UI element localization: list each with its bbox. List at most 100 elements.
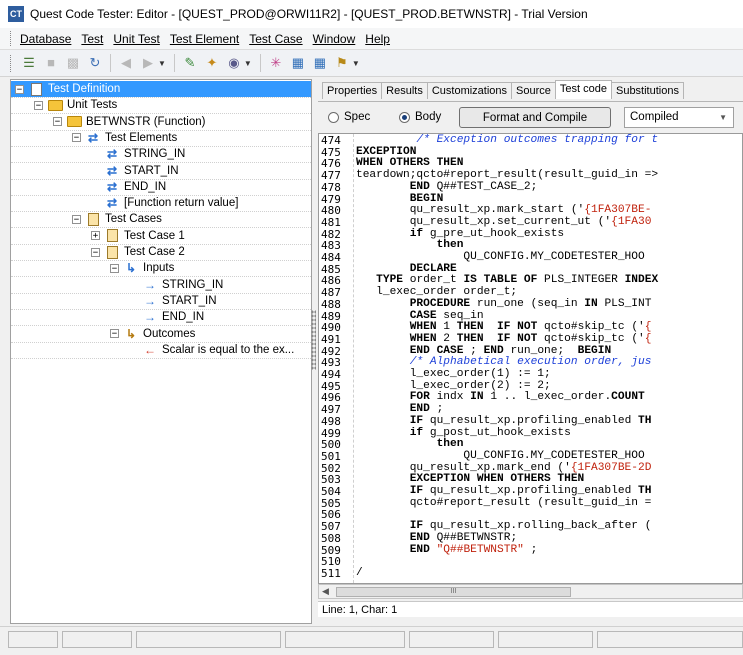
tree-node-label: Scalar is equal to the ex... <box>162 343 295 356</box>
collapse-icon[interactable]: − <box>110 263 119 273</box>
spec-radio[interactable]: Spec <box>328 111 370 123</box>
tree-node[interactable]: → STRING_IN <box>129 277 223 293</box>
horizontal-scrollbar[interactable]: ◀ III <box>318 584 743 599</box>
expand-icon[interactable]: + <box>91 231 100 241</box>
tree-node[interactable]: → END_IN <box>129 309 204 325</box>
collapse-icon[interactable]: − <box>91 247 100 257</box>
tree-node[interactable]: + Test Case 1 <box>91 228 185 244</box>
compile-mode-select[interactable]: Compiled ▼ <box>624 107 734 128</box>
tab-source[interactable]: Source <box>511 82 556 99</box>
code-editor[interactable]: 474 475 476 477 478 479 480 481 482 483 484 485 486 4… <box>318 133 743 584</box>
save-icon[interactable]: ■ <box>42 54 60 72</box>
code-text: qcto#report_result (result_guid_in = <box>356 496 652 509</box>
chevron-down-icon[interactable]: ▼ <box>158 59 166 68</box>
spec-radio-dot[interactable] <box>328 111 339 123</box>
tree-node-icon: ⇄ <box>104 180 120 194</box>
tree-node[interactable]: ⇄ END_IN <box>91 179 166 195</box>
forward-icon[interactable]: ▶ <box>139 54 157 72</box>
tree-node[interactable]: − Unit Tests <box>34 97 117 113</box>
line-number: 504 <box>321 485 341 498</box>
body-radio-dot[interactable] <box>399 111 410 123</box>
tree-node[interactable]: → START_IN <box>129 293 217 309</box>
tree-node-label: STRING_IN <box>124 148 186 161</box>
menu-help[interactable]: Help <box>365 32 390 46</box>
tree-node[interactable]: − BETWNSTR (Function) <box>53 114 206 130</box>
collapse-icon[interactable]: − <box>72 133 81 143</box>
grid2-icon[interactable]: ▦ <box>311 54 329 72</box>
code-text: l_exec_order(1) := 1; <box>356 368 551 380</box>
view-icon[interactable]: ◉ <box>225 54 243 72</box>
tab-customizations[interactable]: Customizations <box>426 82 513 99</box>
collapse-icon[interactable]: − <box>53 117 62 127</box>
line-number: 488 <box>321 297 341 311</box>
scroll-thumb[interactable]: III <box>336 587 571 597</box>
back-icon[interactable]: ◀ <box>117 54 135 72</box>
code-text: g_post_ut_hook_exists <box>423 426 571 439</box>
menu-test[interactable]: Test <box>81 32 103 46</box>
edit-icon[interactable]: ✎ <box>181 54 199 72</box>
format-and-compile-button[interactable]: Format and Compile <box>459 107 611 128</box>
tree-node[interactable]: − Test Definition <box>11 81 311 97</box>
code-text: qu_result_xp.mark_end (' <box>356 461 571 474</box>
code-comment: /* Alphabetical execution order, jus <box>409 356 652 369</box>
tree-node[interactable]: − Test Case 2 <box>91 244 185 260</box>
collapse-icon[interactable]: − <box>15 84 24 94</box>
splitter-handle[interactable] <box>311 310 316 370</box>
tree-node[interactable]: ⇄ [Function return value] <box>91 195 238 211</box>
tab-properties[interactable]: Properties <box>322 82 383 99</box>
toolbar: ☰ ■ ▩ ↻ ◀ ▶ ▼ ✎ ✦ ◉ ▼ ✳ ▦ ▦ ⚑ ▼ <box>0 50 743 77</box>
tree-node[interactable]: ⇄ START_IN <box>91 163 179 179</box>
tab-test-code[interactable]: Test code <box>554 80 612 99</box>
code-keyword: BEGIN <box>577 344 612 357</box>
line-number: 484 <box>321 251 341 264</box>
tools-icon[interactable]: ⚑ <box>333 54 351 72</box>
menu-database[interactable]: Database <box>20 32 71 46</box>
folder-icon <box>66 116 82 128</box>
tree-node-icon <box>28 82 44 96</box>
tree-node[interactable]: − ↳ Inputs <box>110 260 174 276</box>
scroll-left-icon[interactable]: ◀ <box>322 586 329 597</box>
tree-node-label: START_IN <box>124 164 179 177</box>
tree-node[interactable]: ← Scalar is equal to the ex... <box>129 342 294 358</box>
code-line: qcto#report_result (result_guid_in = <box>356 496 652 510</box>
collapse-icon[interactable]: − <box>110 329 119 339</box>
menu-unit-test[interactable]: Unit Test <box>113 32 159 46</box>
tab-results[interactable]: Results <box>381 82 428 99</box>
tree-node[interactable]: − Test Cases <box>72 211 162 227</box>
code-text: l_exec_order(2) := 2; <box>356 379 551 392</box>
tree-node[interactable]: − ⇄ Test Elements <box>72 130 177 146</box>
toolbar-grip <box>10 54 14 72</box>
chevron-down-icon[interactable]: ▼ <box>244 59 252 68</box>
tree-node-icon: ⇄ <box>104 147 120 161</box>
collapse-icon[interactable]: − <box>72 214 81 224</box>
menu-test-element[interactable]: Test Element <box>170 32 239 46</box>
line-number: 511 <box>321 566 341 580</box>
chevron-down-icon[interactable]: ▼ <box>352 59 360 68</box>
run-icon[interactable]: ☰ <box>20 54 38 72</box>
refresh-icon[interactable]: ↻ <box>86 54 104 72</box>
gear-icon[interactable]: ✳ <box>267 54 285 72</box>
code-text: l_exec_order order_t; <box>356 286 518 299</box>
test-definition-tree[interactable]: − Test Definition − Unit Tests − BETWNSTR (Fu… <box>10 79 312 624</box>
clipboard-icon <box>87 212 99 226</box>
code-text: teardown;qcto#report_result(result_guid_… <box>356 169 659 182</box>
collapse-icon[interactable]: − <box>34 100 43 110</box>
tree-node-label: Unit Tests <box>67 99 118 112</box>
body-radio[interactable]: Body <box>399 111 441 123</box>
tree-node[interactable]: ⇄ STRING_IN <box>91 146 185 162</box>
grid-icon[interactable]: ▦ <box>289 54 307 72</box>
tree-node[interactable]: − ↳ Outcomes <box>110 326 195 342</box>
save-all-icon[interactable]: ▩ <box>64 54 82 72</box>
tab-substitutions[interactable]: Substitutions <box>610 82 684 99</box>
menu-test-case[interactable]: Test Case <box>249 32 302 46</box>
menu-window[interactable]: Window <box>313 32 356 46</box>
code-keyword: IF <box>409 485 424 497</box>
code-keyword: IN <box>584 297 598 310</box>
wand-icon[interactable]: ✦ <box>203 54 221 72</box>
line-number: 491 <box>321 332 341 346</box>
code-keyword: END <box>409 403 430 416</box>
